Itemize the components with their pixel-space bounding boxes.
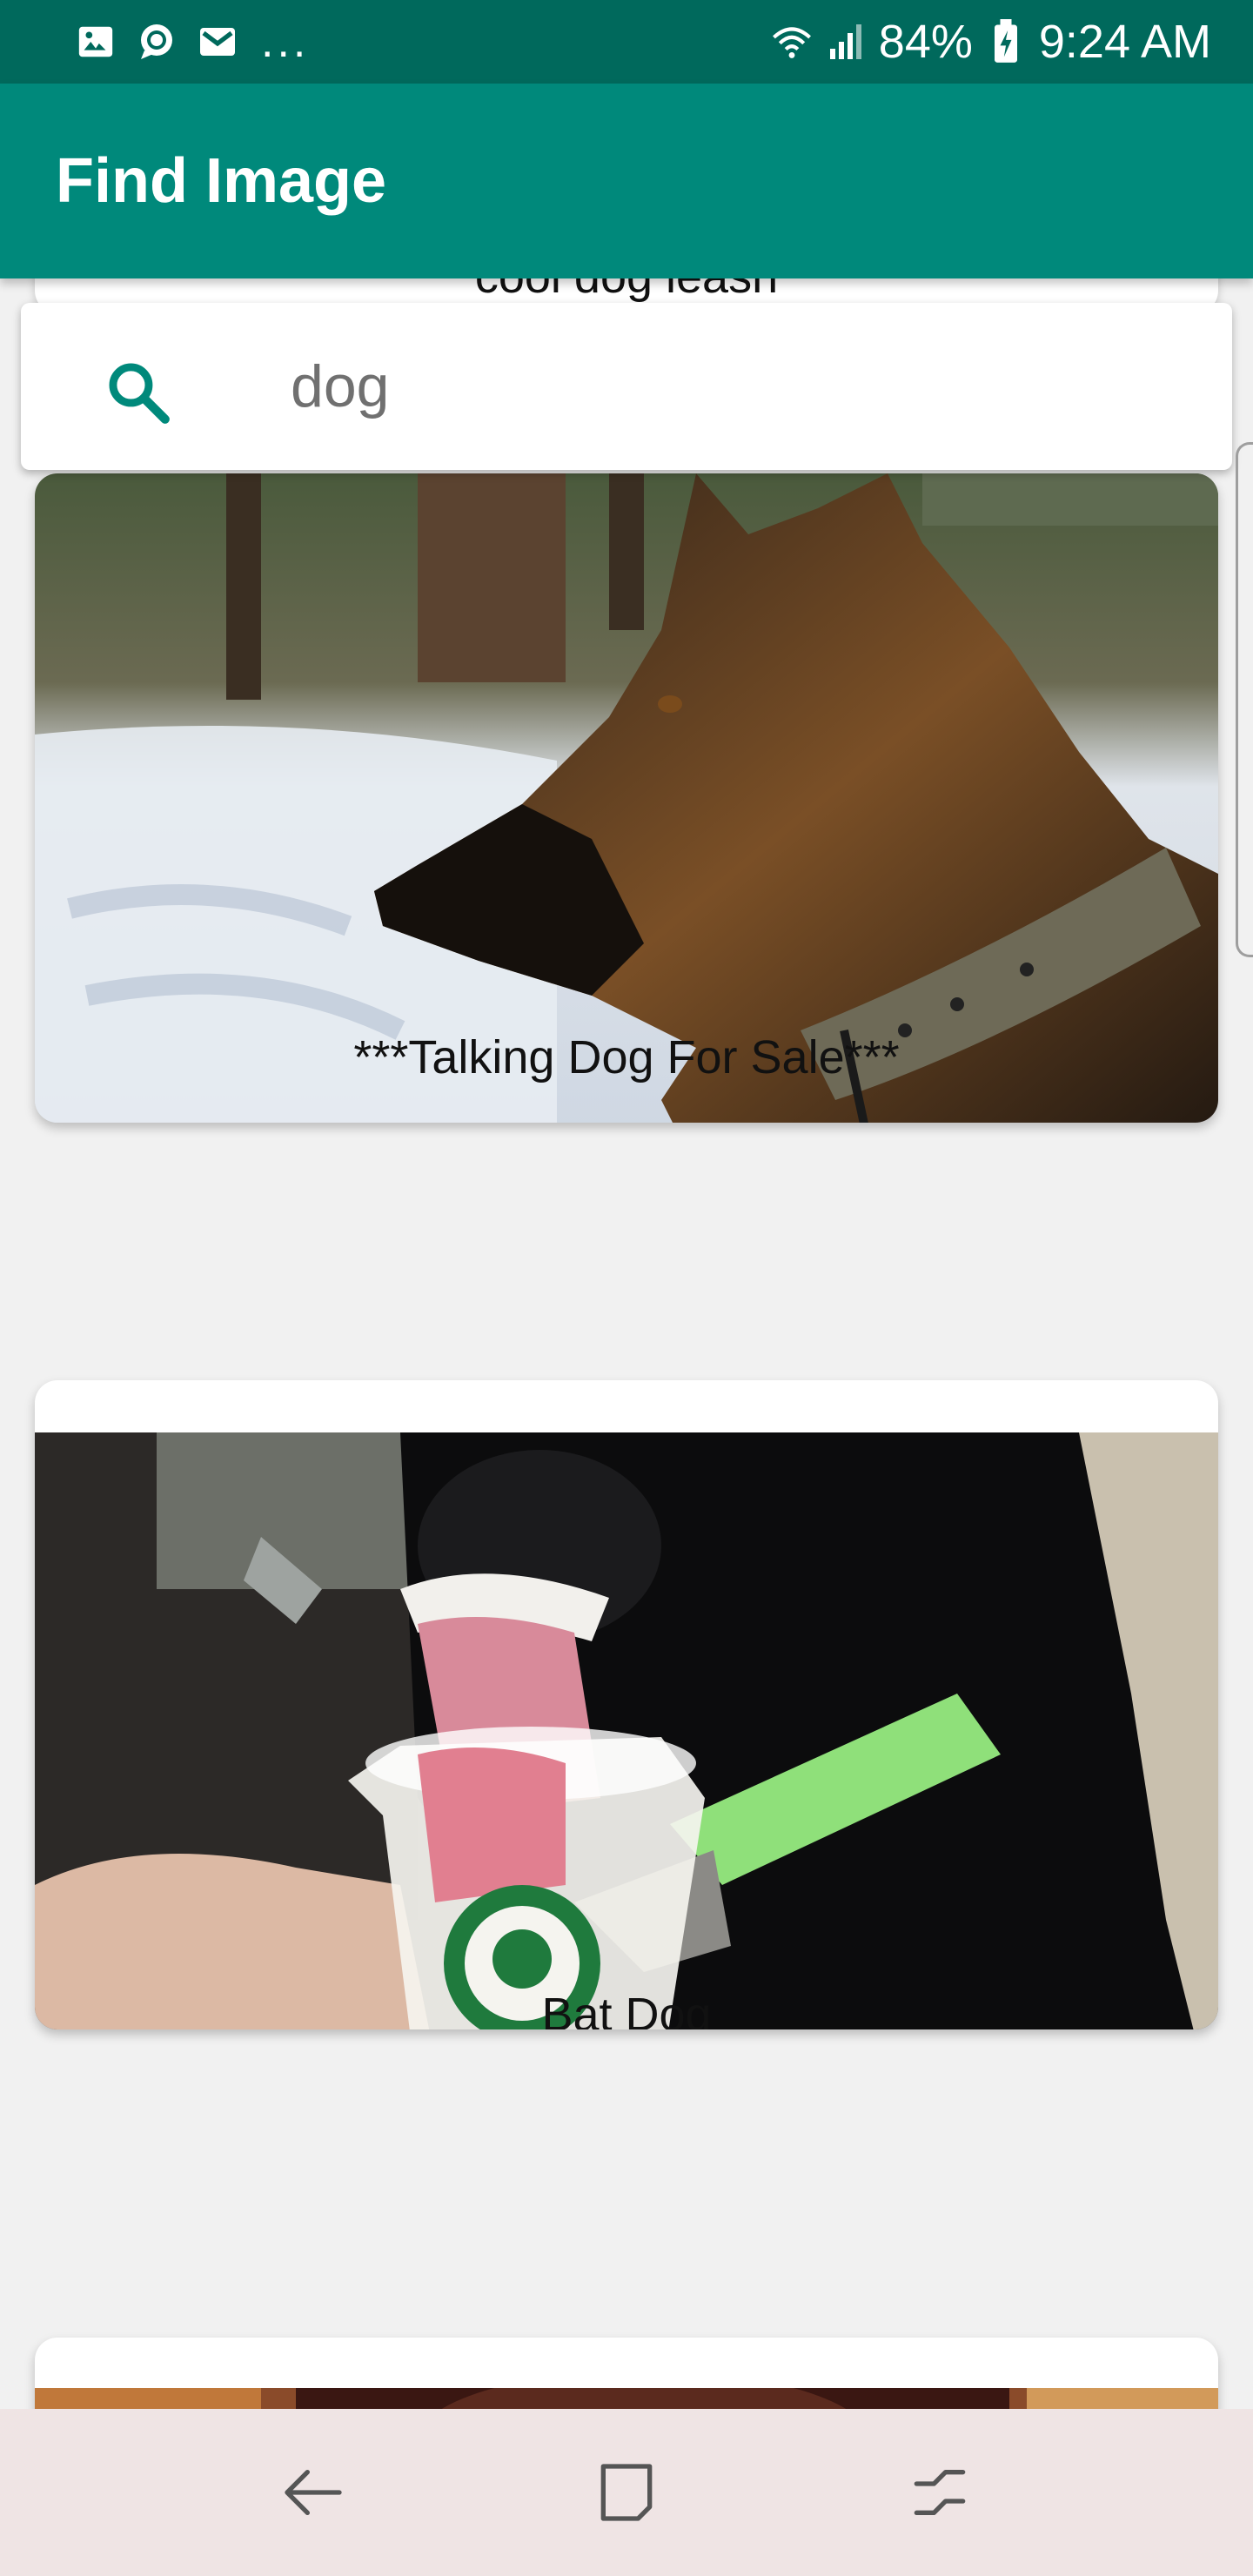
result-image-german-shepherd[interactable] (35, 473, 1218, 1123)
results-list[interactable]: cool dog leash (0, 278, 1253, 2409)
app-bar: Find Image (0, 84, 1253, 278)
scrollbar-thumb[interactable] (1236, 442, 1253, 957)
search-bar[interactable] (21, 303, 1232, 470)
signal-icon (825, 21, 867, 63)
result-card[interactable] (35, 2338, 1218, 2409)
status-time: 9:24 AM (1038, 16, 1211, 68)
result-card-label: cool dog leash (35, 278, 1218, 300)
status-bar: ... 84% 9:24 AM (0, 0, 1253, 84)
page-title: Find Image (56, 146, 387, 216)
chat-bubble-icon (136, 21, 178, 63)
result-image-partial[interactable] (35, 2388, 1218, 2409)
result-image-bat-dog[interactable] (35, 1432, 1218, 2029)
search-input[interactable] (291, 339, 1178, 433)
status-left: ... (75, 19, 309, 64)
image-icon (75, 21, 117, 63)
result-card-label: ***Talking Dog For Sale*** (353, 1031, 900, 1083)
status-right: 84% 9:24 AM (771, 15, 1211, 69)
back-icon[interactable] (271, 2451, 355, 2534)
battery-percent: 84% (878, 16, 973, 68)
gmail-icon (197, 21, 238, 63)
battery-icon (985, 19, 1027, 63)
home-icon[interactable] (585, 2451, 668, 2534)
navigation-bar (0, 2409, 1253, 2576)
wifi-icon (771, 21, 813, 63)
result-card[interactable]: Bat Dog (35, 1380, 1218, 2029)
result-card[interactable]: ***Talking Dog For Sale*** (35, 473, 1218, 1123)
search-icon[interactable] (103, 357, 174, 428)
more-notifications: ... (261, 17, 310, 67)
result-card-label: Bat Dog (541, 1989, 712, 2029)
recents-icon[interactable] (898, 2451, 982, 2534)
